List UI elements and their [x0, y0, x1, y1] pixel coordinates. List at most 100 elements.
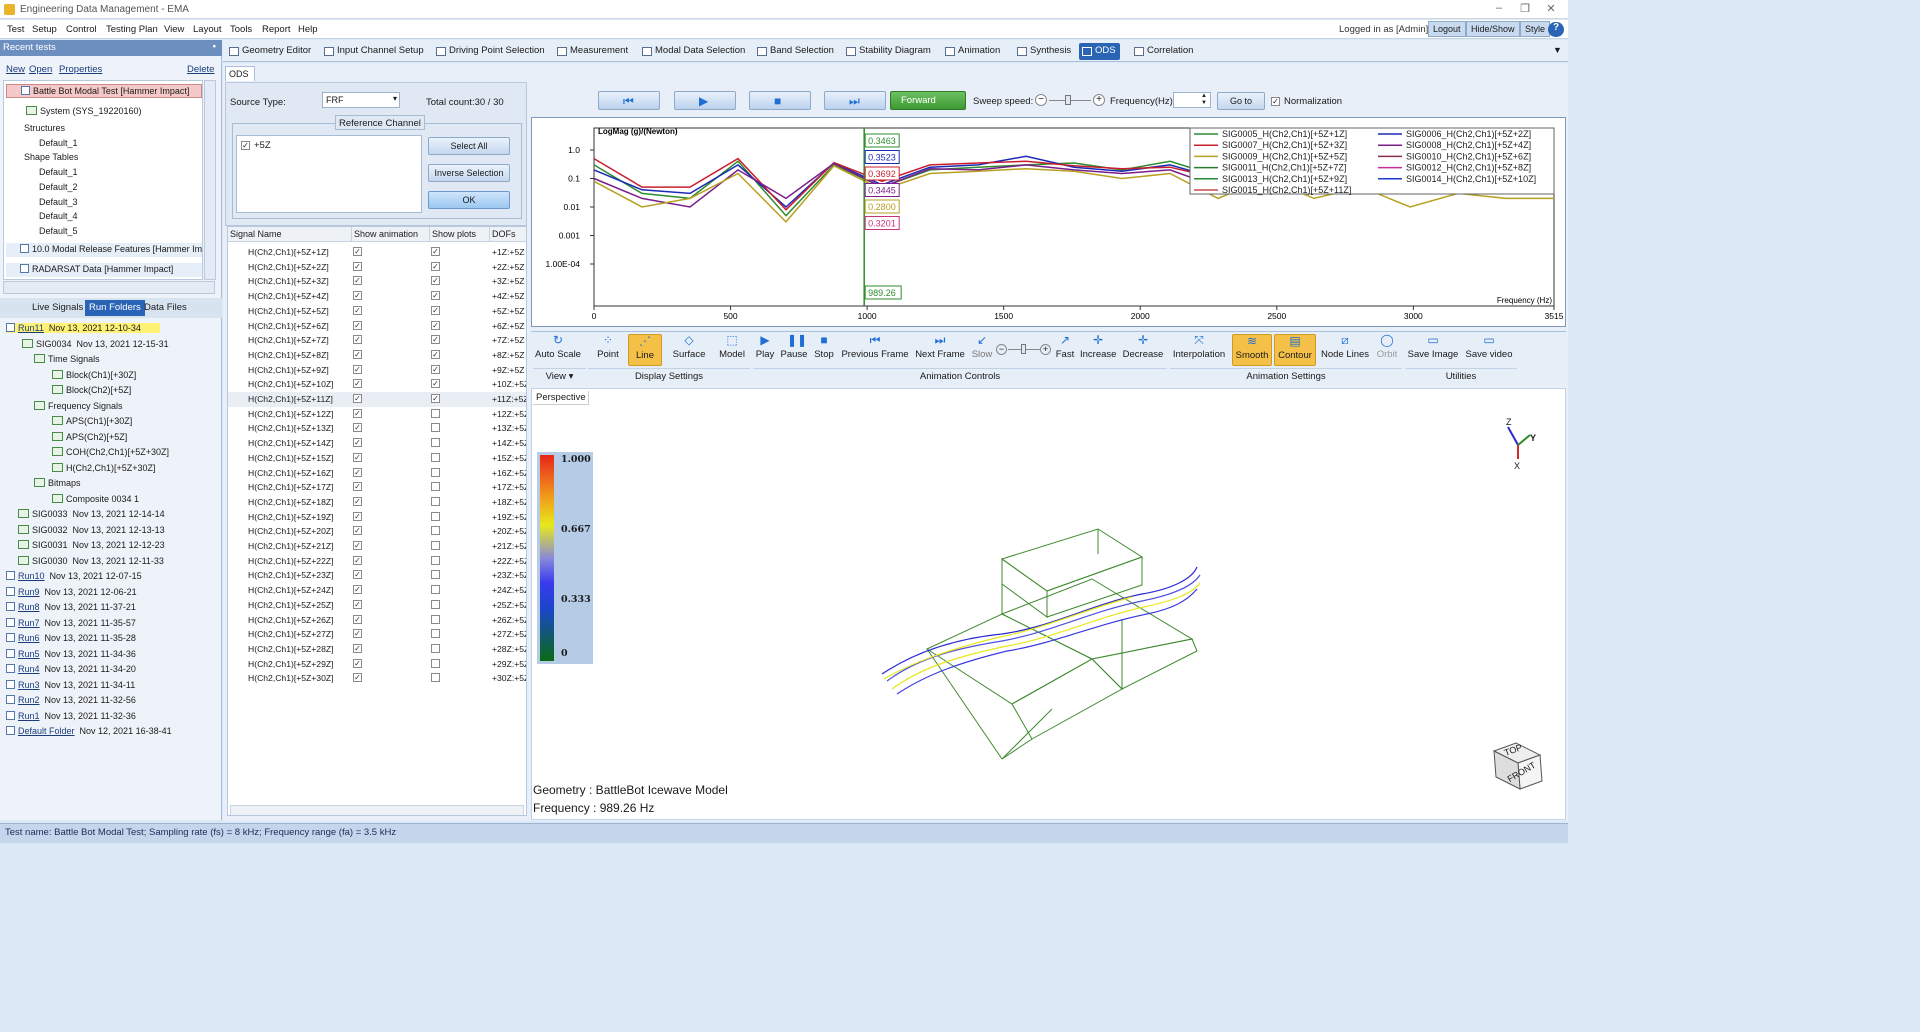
show-plots-checkbox[interactable]	[431, 599, 440, 609]
tree-node[interactable]: SIG0031 Nov 13, 2021 12-12-23	[18, 540, 165, 550]
table-row[interactable]: H(Ch2,Ch1)[+5Z+11Z] ✓ ✓ +11Z:+5Z	[228, 392, 526, 407]
tree-node[interactable]: SIG0032 Nov 13, 2021 12-13-13	[18, 524, 165, 535]
help-icon[interactable]: ?	[1548, 22, 1564, 37]
tab-animation[interactable]: Animation	[942, 43, 1004, 60]
show-plots-checkbox[interactable]	[431, 658, 440, 668]
tab-driving-point-selection[interactable]: Driving Point Selection	[433, 43, 549, 60]
table-row[interactable]: H(Ch2,Ch1)[+5Z+10Z] ✓ ✓ +10Z:+5Z	[228, 377, 526, 392]
next-frame-button[interactable]: ⏭ Next Frame	[914, 334, 966, 361]
tree-node[interactable]: Block(Ch1)[+30Z]	[52, 369, 136, 380]
show-animation-checkbox[interactable]: ✓	[353, 247, 362, 256]
tree-shape-default-1[interactable]: Default_1	[39, 167, 78, 177]
view-cube[interactable]: TOP FRONT	[1492, 741, 1544, 791]
spin-icon[interactable]: ▲ ▼	[1198, 93, 1210, 107]
table-row[interactable]: H(Ch2,Ch1)[+5Z+18Z] ✓ +18Z:+5Z	[228, 495, 526, 510]
minus-icon[interactable]: −	[1035, 94, 1047, 106]
show-animation-checkbox[interactable]: ✓	[353, 629, 362, 639]
first-frame-button[interactable]: ⏮	[598, 91, 660, 110]
table-row[interactable]: H(Ch2,Ch1)[+5Z+21Z] ✓ +21Z:+5Z	[228, 539, 526, 554]
menu-help[interactable]: Help	[298, 24, 318, 35]
show-plots-checkbox[interactable]	[431, 496, 440, 506]
tab-input-channel-setup[interactable]: Input Channel Setup	[321, 43, 428, 60]
show-plots-checkbox[interactable]: ✓	[431, 364, 440, 374]
show-plots-checkbox[interactable]: ✓	[431, 320, 440, 330]
close-icon[interactable]: ✕	[1540, 2, 1562, 17]
run-folder[interactable]: Run9 Nov 13, 2021 12-06-21	[6, 586, 137, 597]
show-animation-checkbox[interactable]: ✓	[353, 570, 362, 580]
show-plots-checkbox[interactable]	[431, 452, 440, 462]
col-show-animation[interactable]: Show animation	[352, 227, 430, 242]
show-animation-checkbox[interactable]: ✓	[353, 452, 362, 462]
decrease-button[interactable]: ✛ Decrease	[1122, 334, 1164, 361]
tree-shape-default-2[interactable]: Default_2	[39, 182, 78, 192]
perspective-tab[interactable]: Perspective	[533, 391, 589, 405]
show-animation-checkbox[interactable]: ✓	[353, 614, 362, 624]
logout-button[interactable]: Logout	[1428, 21, 1466, 37]
tab-live-signals[interactable]: Live Signals	[4, 300, 87, 316]
table-hscrollbar[interactable]	[230, 805, 524, 815]
show-animation-checkbox[interactable]: ✓	[353, 658, 362, 668]
run-folder[interactable]: Run8 Nov 13, 2021 11-37-21	[6, 602, 136, 612]
show-plots-checkbox[interactable]: ✓	[431, 335, 440, 345]
show-plots-checkbox[interactable]	[431, 629, 440, 639]
tree-shape-default-4[interactable]: Default_4	[39, 211, 78, 221]
contour-button[interactable]: ▤ Contour	[1274, 334, 1316, 366]
tree-node[interactable]: APS(Ch2)[+5Z]	[52, 431, 127, 442]
table-row[interactable]: H(Ch2,Ch1)[+5Z+9Z] ✓ ✓ +9Z:+5Z	[228, 363, 526, 378]
tree-shape-default-3[interactable]: Default_3	[39, 197, 78, 207]
table-row[interactable]: H(Ch2,Ch1)[+5Z+12Z] ✓ +12Z:+5Z	[228, 407, 526, 422]
table-row[interactable]: H(Ch2,Ch1)[+5Z+17Z] ✓ +17Z:+5Z	[228, 480, 526, 495]
show-animation-checkbox[interactable]: ✓	[353, 673, 362, 683]
table-row[interactable]: H(Ch2,Ch1)[+5Z+28Z] ✓ +28Z:+5Z	[228, 642, 526, 657]
show-animation-checkbox[interactable]: ✓	[353, 305, 362, 315]
previous-frame-button[interactable]: ⏮ Previous Frame	[841, 334, 909, 361]
run-folder[interactable]: Run1 Nov 13, 2021 11-32-36	[6, 710, 136, 721]
show-animation-checkbox[interactable]: ✓	[353, 408, 362, 418]
table-row[interactable]: H(Ch2,Ch1)[+5Z+25Z] ✓ +25Z:+5Z	[228, 598, 526, 613]
table-row[interactable]: H(Ch2,Ch1)[+5Z+3Z] ✓ ✓ +3Z:+5Z	[228, 274, 526, 289]
show-plots-checkbox[interactable]: ✓	[431, 379, 440, 389]
tree-node[interactable]: Composite 0034 1	[52, 493, 139, 504]
run-folder[interactable]: Run5 Nov 13, 2021 11-34-36	[6, 648, 136, 659]
tab-correlation[interactable]: Correlation	[1131, 43, 1197, 60]
show-plots-checkbox[interactable]	[431, 423, 440, 433]
3d-view[interactable]: Z Y X TOP FRONT	[531, 388, 1566, 820]
show-animation-checkbox[interactable]: ✓	[353, 467, 362, 477]
tree-node[interactable]: SIG0030 Nov 13, 2021 12-11-33	[18, 555, 164, 566]
table-row[interactable]: H(Ch2,Ch1)[+5Z+19Z] ✓ +19Z:+5Z	[228, 510, 526, 525]
tree-structures[interactable]: Structures	[24, 123, 65, 133]
ods-subtab[interactable]: ODS	[225, 66, 255, 81]
tree-shape-tables[interactable]: Shape Tables	[24, 152, 78, 162]
tab-stability-diagram[interactable]: Stability Diagram	[843, 43, 935, 60]
menu-layout[interactable]: Layout	[193, 24, 222, 35]
show-animation-checkbox[interactable]: ✓	[353, 320, 362, 330]
surface-button[interactable]: ◇ Surface	[670, 334, 708, 361]
table-row[interactable]: H(Ch2,Ch1)[+5Z+4Z] ✓ ✓ +4Z:+5Z	[228, 289, 526, 304]
show-plots-checkbox[interactable]	[431, 643, 440, 653]
show-plots-checkbox[interactable]: ✓	[431, 261, 440, 271]
recent-hscrollbar[interactable]	[3, 281, 215, 294]
menu-report[interactable]: Report	[262, 24, 291, 35]
play-ribbon-button[interactable]: ▶ Play	[754, 334, 776, 361]
group-display-settings[interactable]: Display Settings	[588, 368, 750, 383]
run-folder[interactable]: Default Folder Nov 12, 2021 16-38-41	[6, 726, 172, 736]
tree-test-battle-bot[interactable]: Battle Bot Modal Test [Hammer Impact]	[6, 84, 202, 98]
table-row[interactable]: H(Ch2,Ch1)[+5Z+6Z] ✓ ✓ +6Z:+5Z	[228, 319, 526, 334]
tree-node[interactable]: Block(Ch2)[+5Z]	[52, 385, 131, 395]
tabs-dropdown-icon[interactable]: ▼	[1553, 45, 1562, 55]
table-row[interactable]: H(Ch2,Ch1)[+5Z+24Z] ✓ +24Z:+5Z	[228, 583, 526, 598]
play-button[interactable]: ▶	[674, 91, 736, 110]
tree-node[interactable]: APS(Ch1)[+30Z]	[52, 416, 132, 426]
show-plots-checkbox[interactable]: ✓	[431, 305, 440, 315]
tab-synthesis[interactable]: Synthesis	[1014, 43, 1075, 60]
ok-button[interactable]: OK	[428, 191, 510, 209]
show-animation-checkbox[interactable]: ✓	[353, 349, 362, 359]
tab-band-selection[interactable]: Band Selection	[754, 43, 838, 60]
show-animation-checkbox[interactable]: ✓	[353, 541, 362, 550]
show-animation-checkbox[interactable]: ✓	[353, 438, 362, 448]
tree-node[interactable]: Frequency Signals	[34, 400, 123, 411]
table-row[interactable]: H(Ch2,Ch1)[+5Z+1Z] ✓ ✓ +1Z:+5Z	[228, 245, 526, 260]
recent-scrollbar[interactable]	[204, 80, 216, 280]
run-folder[interactable]: Run2 Nov 13, 2021 11-32-56	[6, 695, 136, 705]
show-plots-checkbox[interactable]: ✓	[431, 394, 440, 403]
